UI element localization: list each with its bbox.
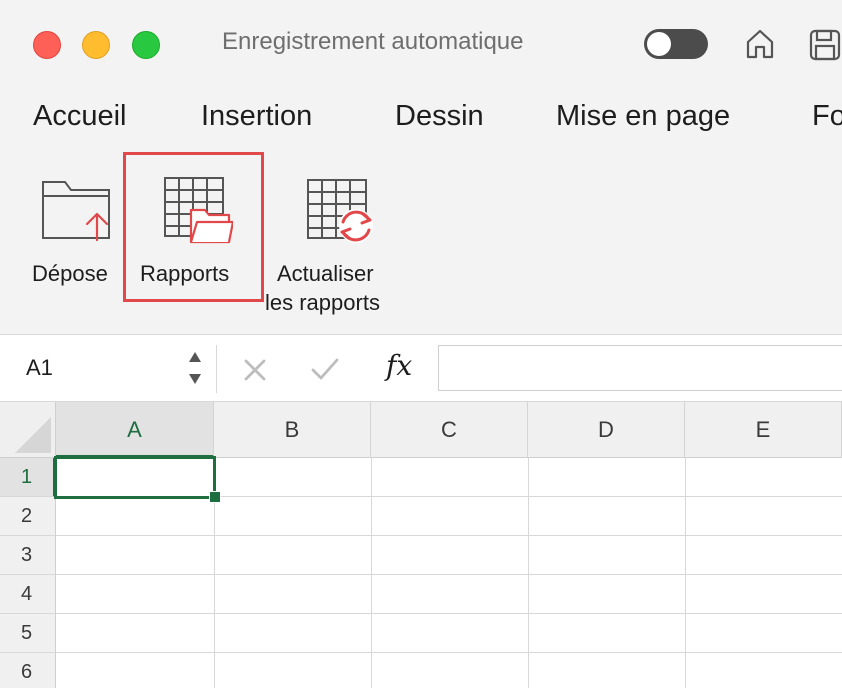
tab-mise-en-page[interactable]: Mise en page	[556, 100, 730, 133]
home-icon[interactable]	[743, 27, 777, 61]
excel-window: Enregistrement automatique Accueil Inser…	[0, 0, 842, 688]
column-header-d[interactable]: D	[528, 402, 685, 458]
row-header-4[interactable]: 4	[0, 575, 56, 614]
row-header-5[interactable]: 5	[0, 614, 56, 653]
spreadsheet-grid: A B C D E 1 2 3 4 5 6	[0, 402, 842, 688]
save-icon[interactable]	[808, 28, 842, 62]
autosave-toggle[interactable]	[644, 29, 708, 59]
insert-function-button[interactable]: fx	[386, 349, 412, 382]
tab-formules[interactable]: Fo	[812, 100, 842, 133]
selected-cell-a1[interactable]	[54, 456, 216, 499]
reports-highlight-frame	[123, 152, 264, 302]
ribbon-tabs: Accueil Insertion Dessin Mise en page Fo	[0, 88, 842, 146]
name-box-stepper-icon[interactable]	[186, 345, 204, 391]
checkmark-icon[interactable]	[310, 355, 340, 383]
title-bar: Enregistrement automatique	[0, 0, 842, 88]
select-all-button[interactable]	[0, 402, 56, 458]
tab-insertion[interactable]: Insertion	[201, 100, 312, 133]
tab-accueil[interactable]: Accueil	[33, 100, 127, 133]
row-header-1[interactable]: 1	[0, 458, 56, 497]
column-header-b[interactable]: B	[214, 402, 371, 458]
column-header-e[interactable]: E	[685, 402, 842, 458]
maximize-window-button[interactable]	[132, 31, 160, 59]
row-header-3[interactable]: 3	[0, 536, 56, 575]
tab-dessin[interactable]: Dessin	[395, 100, 484, 133]
cancel-icon[interactable]	[242, 357, 268, 383]
grid-line	[56, 535, 842, 536]
grid-line	[56, 652, 842, 653]
autosave-label: Enregistrement automatique	[222, 28, 524, 55]
grid-refresh-icon	[307, 179, 373, 243]
grid-line	[56, 574, 842, 575]
upload-button-label: Dépose	[32, 261, 108, 286]
grid-line	[528, 458, 529, 688]
row-header-6[interactable]: 6	[0, 653, 56, 688]
grid-line	[685, 458, 686, 688]
autosave-toggle-knob	[647, 32, 671, 56]
column-header-c[interactable]: C	[371, 402, 528, 458]
grid-line	[56, 613, 842, 614]
folder-upload-icon	[42, 181, 110, 242]
formula-input[interactable]	[438, 345, 842, 391]
row-header-2[interactable]: 2	[0, 497, 56, 536]
select-all-triangle-icon	[15, 417, 51, 453]
formula-bar: A1 fx	[0, 334, 842, 402]
refresh-reports-label-line1: Actualiser	[277, 261, 374, 286]
minimize-window-button[interactable]	[82, 31, 110, 59]
name-box[interactable]: A1	[26, 355, 53, 381]
grid-line	[371, 458, 372, 688]
column-header-a[interactable]: A	[56, 402, 214, 458]
close-window-button[interactable]	[33, 31, 61, 59]
formula-bar-divider	[216, 345, 217, 393]
fill-handle[interactable]	[209, 491, 221, 503]
refresh-reports-label-line2: les rapports	[265, 290, 380, 315]
